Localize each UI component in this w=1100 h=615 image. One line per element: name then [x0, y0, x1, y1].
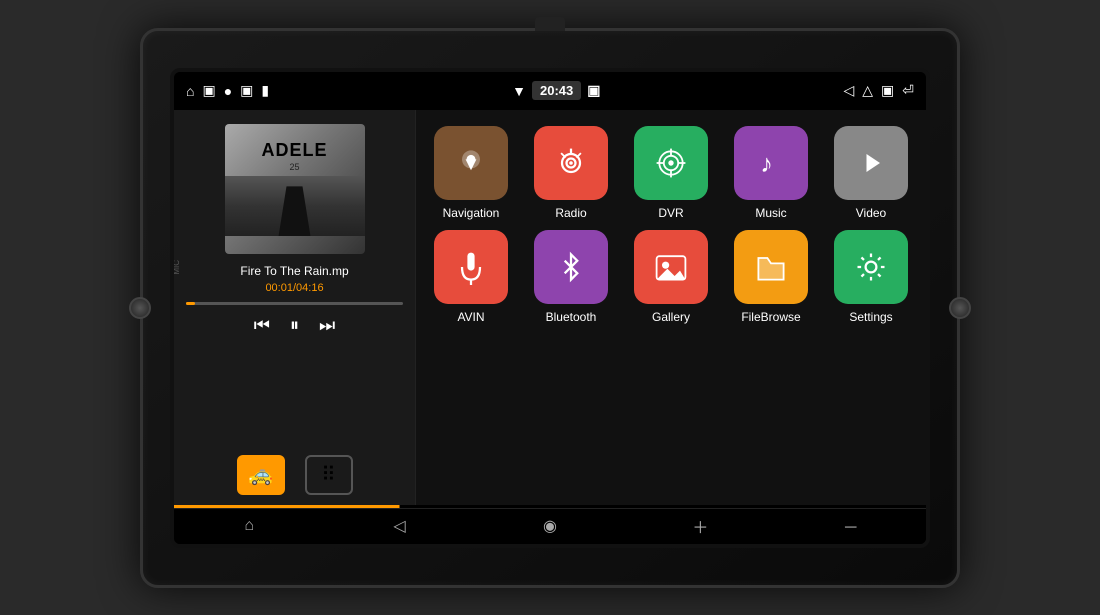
app-grid-panel: Navigation Radio DVR ♪ Music Video AVIN Blueto… — [416, 110, 926, 505]
app-item-music[interactable]: ♪ Music — [726, 126, 816, 220]
status-bar: ⌂ ▣ ● ▣ ▮ ▼ 20:43 ▣ ◁ △ ▣ ⏎ — [174, 72, 926, 110]
app-label-gallery: Gallery — [652, 310, 690, 324]
battery-icon: ▮ — [261, 82, 269, 99]
music-player-panel: MIC ADELE 25 Fire To The Rain.mp 00:01/0… — [174, 110, 416, 505]
top-connector — [535, 17, 565, 31]
volume-icon: ◁ — [843, 82, 854, 99]
music-shortcut-button[interactable]: 🚕 — [237, 455, 285, 495]
progress-fill — [186, 302, 195, 305]
app-item-settings[interactable]: Settings — [826, 230, 916, 324]
app-label-video: Video — [856, 206, 886, 220]
mic-label: MIC — [172, 260, 181, 275]
nav-volume-down-button[interactable]: － — [831, 509, 871, 544]
app-label-music: Music — [755, 206, 786, 220]
progress-bar[interactable] — [186, 302, 403, 305]
app-label-navigation: Navigation — [443, 206, 500, 220]
next-button[interactable]: ⏭ — [319, 315, 335, 336]
app-item-dvr[interactable]: DVR — [626, 126, 716, 220]
app-icon-gallery — [634, 230, 708, 304]
status-center: ▼ 20:43 ▣ — [512, 81, 600, 100]
album-subtitle: 25 — [289, 162, 299, 172]
screen-icon: ▣ — [587, 82, 600, 99]
app-row-2: AVIN Bluetooth Gallery FileBrowse Settings — [426, 230, 916, 324]
svg-text:♪: ♪ — [760, 150, 773, 178]
app-icon-settings — [834, 230, 908, 304]
nav-volume-up-button[interactable]: ＋ — [680, 509, 720, 544]
circle-icon: ● — [224, 83, 232, 99]
app-label-bluetooth: Bluetooth — [546, 310, 597, 324]
player-controls: ⏮ ⏸ ⏭ — [254, 315, 335, 336]
nav-home-button[interactable]: ⌂ — [229, 509, 269, 544]
apps-shortcut-icon: ⠿ — [321, 462, 336, 487]
app-label-avin: AVIN — [457, 310, 484, 324]
app-item-video[interactable]: Video — [826, 126, 916, 220]
app-icon-bluetooth — [534, 230, 608, 304]
music-shortcut-icon: 🚕 — [248, 462, 273, 487]
album-art-bg: ADELE 25 — [225, 124, 365, 254]
app-icon-music: ♪ — [734, 126, 808, 200]
app-icon-dvr — [634, 126, 708, 200]
display-icon: ▣ — [881, 82, 894, 99]
app-label-radio: Radio — [555, 206, 586, 220]
app-item-radio[interactable]: Radio — [526, 126, 616, 220]
app-icon-radio — [534, 126, 608, 200]
time-display: 20:43 — [532, 81, 581, 100]
status-left-icons: ⌂ ▣ ● ▣ ▮ — [186, 82, 269, 99]
app-item-filebrowser[interactable]: FileBrowse — [726, 230, 816, 324]
home-icon: ⌂ — [186, 83, 194, 99]
knob-right — [949, 297, 971, 319]
eject-icon: △ — [862, 82, 873, 99]
prev-button[interactable]: ⏮ — [254, 315, 270, 336]
back-icon: ⏎ — [902, 82, 914, 99]
track-time: 00:01/04:16 — [265, 282, 323, 294]
nav-camera-button[interactable]: ◉ — [530, 509, 570, 544]
car-unit-device: ⌂ ▣ ● ▣ ▮ ▼ 20:43 ▣ ◁ △ ▣ ⏎ — [140, 28, 960, 588]
album-art: ADELE 25 — [225, 124, 365, 254]
app-icon-filebrowser — [734, 230, 808, 304]
window-icon: ▣ — [202, 82, 215, 99]
knob-left — [129, 297, 151, 319]
status-right-icons: ◁ △ ▣ ⏎ — [843, 82, 914, 99]
app-label-dvr: DVR — [658, 206, 683, 220]
bottom-icon-buttons: 🚕 ⠿ — [237, 455, 353, 495]
apps-shortcut-button[interactable]: ⠿ — [305, 455, 353, 495]
grid-icon: ▣ — [240, 82, 253, 99]
app-item-avin[interactable]: AVIN — [426, 230, 516, 324]
app-row-1: Navigation Radio DVR ♪ Music Video — [426, 126, 916, 220]
total-time: 04:16 — [296, 282, 324, 294]
wifi-icon: ▼ — [512, 83, 526, 99]
app-item-bluetooth[interactable]: Bluetooth — [526, 230, 616, 324]
album-photo — [225, 176, 365, 236]
screen-bezel: ⌂ ▣ ● ▣ ▮ ▼ 20:43 ▣ ◁ △ ▣ ⏎ — [170, 68, 930, 548]
album-title: ADELE — [261, 141, 327, 161]
screen: ⌂ ▣ ● ▣ ▮ ▼ 20:43 ▣ ◁ △ ▣ ⏎ — [174, 72, 926, 544]
nav-back-button[interactable]: ◁ — [380, 509, 420, 544]
app-item-navigation[interactable]: Navigation — [426, 126, 516, 220]
app-item-gallery[interactable]: Gallery — [626, 230, 716, 324]
current-time: 00:01 — [265, 282, 293, 294]
app-icon-avin — [434, 230, 508, 304]
play-pause-button[interactable]: ⏸ — [290, 315, 299, 336]
app-label-filebrowser: FileBrowse — [741, 310, 800, 324]
app-label-settings: Settings — [849, 310, 892, 324]
main-content: MIC ADELE 25 Fire To The Rain.mp 00:01/0… — [174, 110, 926, 505]
app-icon-navigation — [434, 126, 508, 200]
bottom-nav-bar: ⌂ ◁ ◉ ＋ － — [174, 508, 926, 544]
track-name: Fire To The Rain.mp — [186, 264, 403, 278]
app-icon-video — [834, 126, 908, 200]
